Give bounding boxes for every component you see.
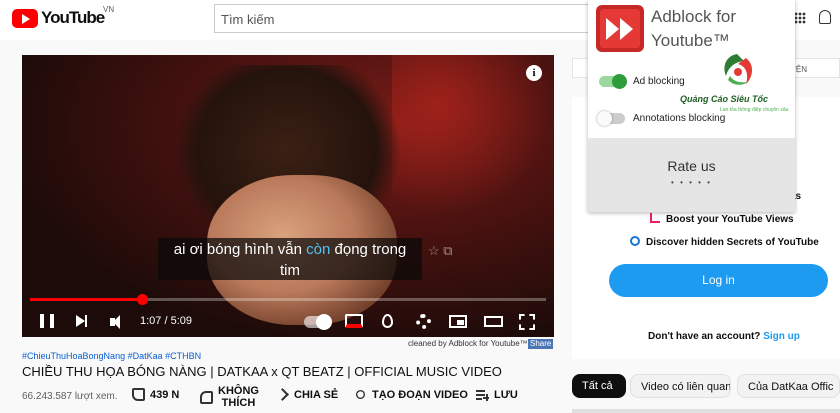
progress-bar[interactable]	[30, 294, 546, 305]
rate-stars[interactable]: • • • • •	[588, 178, 795, 187]
brand-swoosh-icon	[724, 54, 752, 85]
miniplayer-icon[interactable]	[449, 315, 467, 328]
info-icon[interactable]: i	[526, 65, 542, 81]
chip-channel[interactable]: Của DatKaa Offic	[737, 374, 840, 398]
rate-label[interactable]: Rate us	[588, 158, 795, 174]
adblock-logo-icon	[596, 5, 644, 52]
volume-icon[interactable]	[110, 315, 124, 329]
brand-name: Quảng Cáo Siêu Tốc	[680, 94, 769, 104]
apps-grid-icon[interactable]	[794, 12, 806, 24]
annotations-toggle[interactable]	[597, 111, 625, 126]
bottom-strip	[572, 409, 840, 413]
caption-line-2: tim	[280, 262, 300, 279]
next-icon[interactable]	[76, 315, 87, 327]
caption-highlight: còn	[306, 241, 331, 258]
promo-discover: Discover hidden Secrets of YouTube	[630, 236, 819, 248]
thumbs-up-icon	[132, 388, 145, 401]
video-title: CHIỀU THU HỌA BÓNG NÀNG | DATKAA x QT BE…	[22, 364, 502, 379]
ambient-drop-icon[interactable]	[382, 314, 393, 328]
ad-blocking-row[interactable]: Ad blocking	[599, 74, 685, 89]
dislike-button[interactable]: KHÔNG THÍCH	[200, 385, 259, 409]
autoplay-toggle[interactable]	[304, 314, 332, 330]
subtitles-icon[interactable]	[345, 314, 363, 328]
login-button[interactable]: Log in	[609, 264, 828, 297]
progress-fill	[30, 298, 142, 301]
video-hashtags[interactable]: #ChieuThuHoaBongNang #DatKaa #CTHBN	[22, 351, 201, 361]
search-placeholder: Tìm kiếm	[221, 12, 275, 27]
rate-panel[interactable]: Rate us • • • • •	[588, 138, 795, 212]
promo-boost: Boost your YouTube Views	[650, 213, 794, 225]
caption-line-1: ai ơi bóng hình vẫn còn đọng trong	[173, 241, 407, 258]
top-right-actions	[790, 8, 840, 30]
share-button[interactable]: CHIA SẺ	[276, 388, 338, 401]
video-player[interactable]: i ai ơi bóng hình vẫn còn đọng trong tim…	[22, 55, 554, 337]
player-controls: 1:07 / 5:09	[22, 307, 554, 337]
no-account-text: Don't have an account? Sign up	[648, 331, 800, 342]
gear-icon[interactable]	[416, 314, 431, 329]
captions-box: ai ơi bóng hình vẫn còn đọng trong tim	[158, 238, 422, 280]
caption-overlay-icons: ☆ ⧉	[428, 243, 453, 259]
like-count: 439 N	[150, 388, 180, 401]
pause-icon[interactable]	[40, 314, 54, 328]
ad-blocking-toggle[interactable]	[599, 74, 627, 89]
chart-icon	[650, 213, 660, 223]
clip-button[interactable]: TẠO ĐOẠN VIDEO	[354, 388, 468, 401]
clip-label: TẠO ĐOẠN VIDEO	[372, 388, 468, 401]
time-display: 1:07 / 5:09	[140, 315, 192, 327]
translate-icon: ⧉	[443, 243, 453, 258]
dislike-label: KHÔNG THÍCH	[218, 385, 259, 409]
youtube-logo-text[interactable]: YouTube	[41, 8, 105, 28]
ad-blocking-label: Ad blocking	[633, 76, 685, 87]
progress-scrubber[interactable]	[136, 294, 148, 305]
save-button[interactable]: LƯU	[476, 388, 518, 401]
popup-title: Adblock for Youtube™	[651, 7, 737, 50]
youtube-logo-icon[interactable]	[12, 9, 38, 28]
brand-tagline: Lan tỏa thông điệp chuyên sâu	[720, 107, 789, 113]
share-label: CHIA SẺ	[294, 388, 339, 401]
watermark-logo: Quảng Cáo Siêu Tốc Lan tỏa thông điệp ch…	[680, 50, 790, 118]
adblock-cleaned-note: cleaned by Adblock for Youtube™	[408, 339, 528, 348]
share-badge[interactable]: Share	[528, 339, 554, 349]
view-count: 66.243.587 lượt xem.	[22, 391, 118, 402]
region-code: VN	[103, 5, 115, 14]
share-icon	[276, 388, 289, 401]
playlist-add-icon	[476, 388, 489, 401]
save-label: LƯU	[494, 388, 518, 401]
chip-all[interactable]: Tất cả	[572, 374, 626, 398]
bell-icon[interactable]	[819, 10, 831, 24]
scissors-icon	[355, 389, 366, 400]
star-icon: ☆	[428, 243, 440, 258]
fullscreen-icon[interactable]	[519, 314, 535, 330]
like-button[interactable]: 439 N	[132, 388, 179, 401]
search-input[interactable]: Tìm kiếm	[214, 4, 590, 33]
magnifier-icon	[630, 236, 640, 246]
signup-link[interactable]: Sign up	[763, 331, 800, 342]
thumbs-down-icon	[200, 390, 213, 404]
theater-mode-icon[interactable]	[484, 316, 503, 327]
chip-related[interactable]: Video có liên quan	[630, 374, 731, 398]
